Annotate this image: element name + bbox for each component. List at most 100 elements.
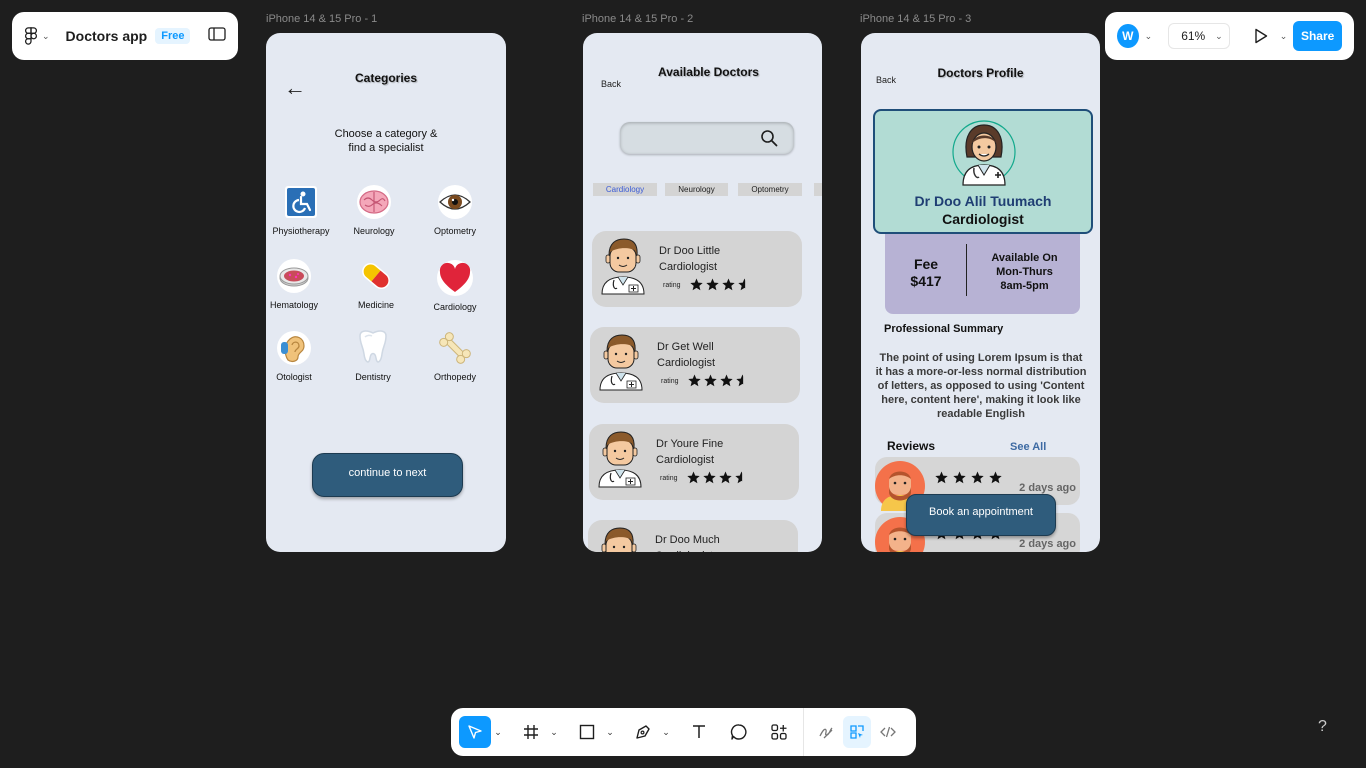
available-label: Available On (991, 252, 1058, 264)
doctor-card[interactable]: Dr Get Well Cardiologist rating (590, 327, 800, 403)
pen-tool[interactable] (627, 716, 659, 748)
share-button[interactable]: Share (1293, 21, 1342, 51)
see-all-link[interactable]: See All (1010, 441, 1046, 453)
chip-more[interactable] (814, 183, 822, 196)
category-otologist[interactable]: Otologist (266, 329, 329, 382)
chip-neurology[interactable]: Neurology (665, 183, 728, 196)
draw-icon (819, 727, 833, 739)
category-neurology[interactable]: Neurology (339, 183, 409, 236)
dev-mode[interactable] (874, 716, 902, 748)
chip-optometry[interactable]: Optometry (738, 183, 802, 196)
chevron-down-icon[interactable]: ⌄ (603, 727, 617, 738)
fee-value: $417 (910, 273, 942, 289)
page-subtitle: Choose a category & find a specialist (266, 127, 506, 155)
comment-tool[interactable] (723, 716, 755, 748)
profile-screen[interactable]: Back Doctors Profile Dr Doo Alil Tuumach… (861, 33, 1100, 552)
chevron-down-icon[interactable]: ⌄ (491, 727, 505, 738)
doctor-card[interactable]: Dr Youre Fine Cardiologist rating (589, 424, 799, 500)
toolbar-divider (803, 708, 804, 756)
doctor-info: Dr Youre Fine Cardiologist (656, 436, 723, 468)
zoom-dropdown[interactable]: 61% ⌄ (1168, 23, 1230, 49)
chip-cardiology[interactable]: Cardiology (593, 183, 657, 196)
design-icon (850, 725, 864, 739)
doctors-screen[interactable]: Back Available Doctors Cardiology Neurol… (583, 33, 822, 552)
category-hematology[interactable]: Hematology (266, 257, 329, 310)
star-icon (722, 278, 735, 296)
draw-mode[interactable] (812, 716, 840, 748)
back-link[interactable]: Back (601, 79, 621, 89)
category-orthopedy[interactable]: Orthopedy (420, 329, 490, 382)
category-label: Dentistry (355, 372, 391, 382)
subtitle-line: Choose a category & (334, 128, 438, 140)
star-icon (738, 278, 751, 296)
doctor-card[interactable]: Dr Doo Much Cardiologist (588, 520, 798, 552)
doctor-avatar (596, 526, 642, 552)
chevron-down-icon[interactable]: ⌄ (659, 727, 673, 738)
doctor-info: Dr Get Well Cardiologist (657, 339, 715, 371)
doctor-name: Dr Get Well (657, 341, 714, 353)
assets-tool[interactable] (763, 716, 795, 748)
shape-tool[interactable] (571, 716, 603, 748)
star-icon (736, 374, 749, 392)
continue-button[interactable]: continue to next (312, 453, 463, 497)
category-label: Physiotherapy (272, 226, 330, 236)
chevron-down-icon[interactable]: ⌄ (547, 727, 561, 738)
search-icon[interactable] (760, 129, 778, 152)
frame-tool[interactable] (515, 716, 547, 748)
plan-badge[interactable]: Free (155, 28, 191, 44)
category-label: Orthopedy (433, 372, 477, 382)
doctor-name: Dr Doo Alil Tuumach (914, 193, 1052, 209)
category-dentistry[interactable]: Dentistry (338, 329, 408, 382)
back-arrow-icon[interactable]: ← (284, 75, 306, 101)
move-tool[interactable] (459, 716, 491, 748)
category-medicine[interactable]: Medicine (341, 257, 411, 310)
book-appointment-button[interactable]: Book an appointment (906, 494, 1056, 536)
doctor-info: Dr Doo Little Cardiologist (659, 243, 720, 275)
star-rating (935, 471, 1002, 489)
frame-label-1[interactable]: iPhone 14 & 15 Pro - 1 (266, 13, 377, 25)
star-rating (690, 278, 751, 296)
fee-block: Fee $417 (885, 256, 967, 290)
chevron-down-icon[interactable]: ⌄ (1280, 31, 1288, 42)
category-physiotherapy[interactable]: Physiotherapy (266, 183, 336, 236)
frame-label-2[interactable]: iPhone 14 & 15 Pro - 2 (582, 13, 693, 25)
categories-screen[interactable]: Categories ← Choose a category & find a … (266, 33, 506, 552)
design-mode[interactable] (843, 716, 871, 748)
file-panel: ⌄ Doctors app Free (12, 12, 238, 60)
divider (966, 244, 967, 296)
blood-sample-icon (275, 257, 313, 295)
components-icon (771, 724, 787, 740)
category-optometry[interactable]: Optometry (420, 183, 490, 236)
star-rating (688, 374, 749, 392)
present-icon[interactable] (1254, 28, 1268, 44)
category-cardiology[interactable]: Cardiology (420, 259, 490, 312)
rating-label: rating (660, 475, 678, 482)
star-icon (688, 374, 701, 392)
main-menu-button[interactable]: ⌄ (24, 27, 50, 45)
sidebar-toggle-icon[interactable] (208, 26, 226, 46)
star-icon (989, 471, 1002, 489)
star-icon (706, 278, 719, 296)
file-title[interactable]: Doctors app (66, 28, 148, 44)
star-icon (971, 471, 984, 489)
star-icon (720, 374, 733, 392)
search-input[interactable] (620, 122, 794, 154)
doctor-avatar (951, 119, 1017, 192)
category-label: Hematology (269, 300, 319, 310)
chevron-down-icon[interactable]: ⌄ (1145, 31, 1153, 42)
available-hours: 8am-5pm (1000, 280, 1049, 292)
text-tool[interactable] (683, 716, 715, 748)
star-icon (690, 278, 703, 296)
code-icon (880, 726, 896, 738)
heart-icon (436, 259, 474, 297)
page-title: Doctors Profile (937, 66, 1024, 80)
help-button[interactable]: ? (1318, 718, 1327, 736)
summary-text: The point of using Lorem Ipsum is that i… (875, 352, 1087, 420)
chevron-down-icon: ⌄ (1215, 30, 1223, 41)
doctor-card[interactable]: Dr Doo Little Cardiologist rating (592, 231, 802, 307)
cursor-icon (468, 725, 482, 739)
star-icon (703, 471, 716, 489)
frame-label-3[interactable]: iPhone 14 & 15 Pro - 3 (860, 13, 971, 25)
user-avatar[interactable]: W (1117, 24, 1139, 48)
category-label: Medicine (357, 300, 395, 310)
